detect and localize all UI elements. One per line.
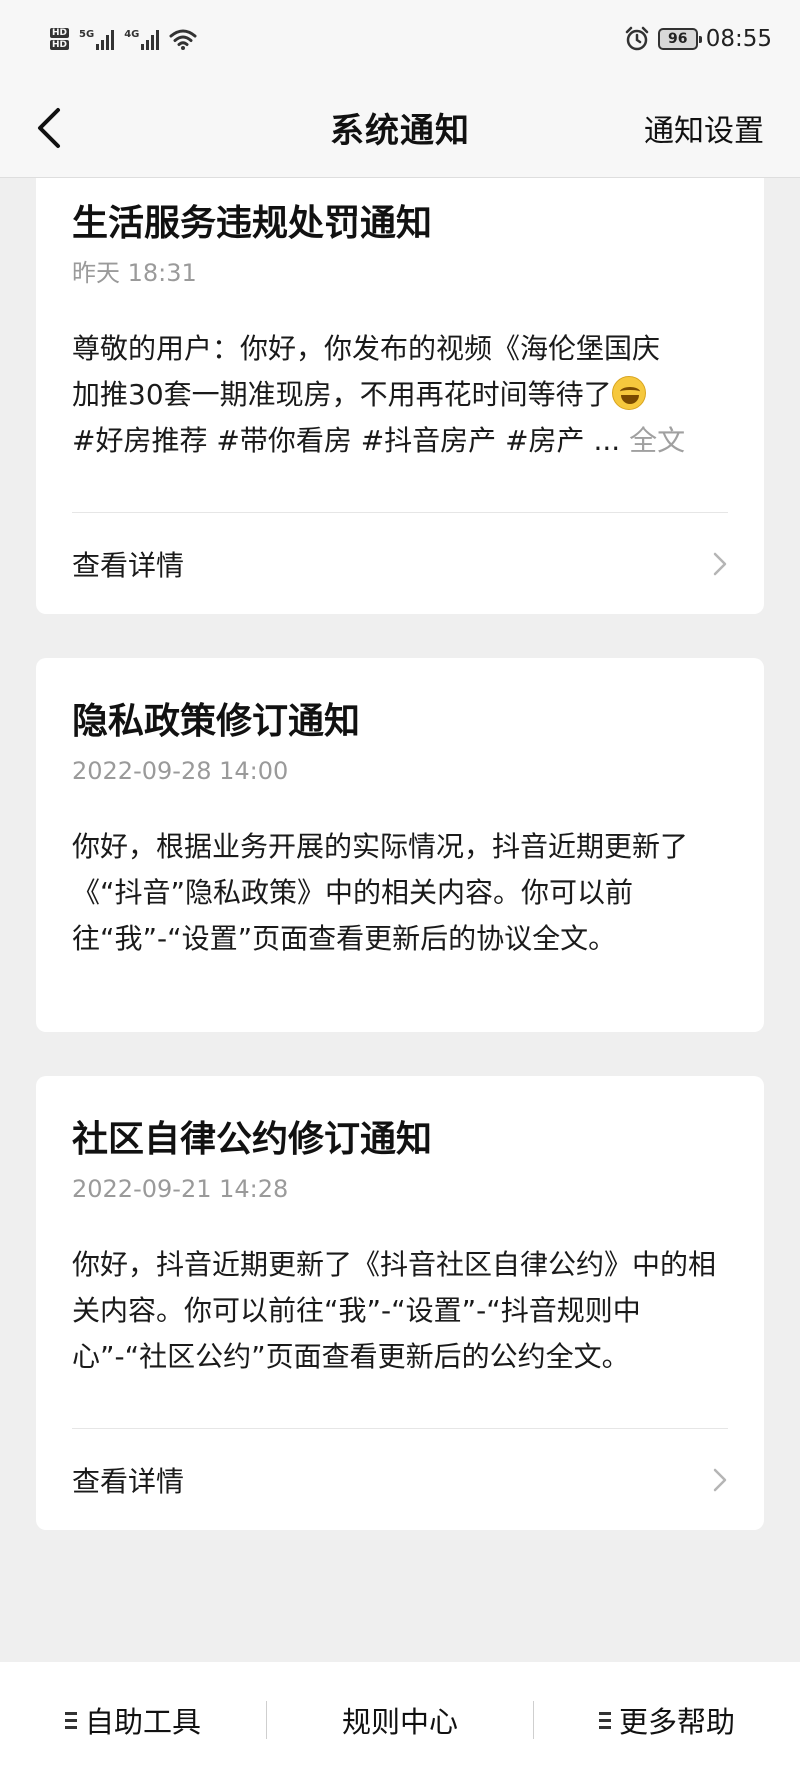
read-full-text-link[interactable]: 全文 (629, 424, 685, 457)
network-4g-label: 4G (124, 28, 140, 40)
status-time: 08:55 (705, 26, 772, 52)
card-body: 你好，根据业务开展的实际情况，抖音近期更新了《“抖音”隐私政策》中的相关内容。你… (72, 830, 689, 955)
status-bar: HD HD 5G 4G 96 08:55 (0, 0, 800, 78)
card-body-line-2: 加推30套一期准现房，不用再花时间等待了 (72, 378, 612, 411)
battery-icon: 96 (657, 28, 702, 50)
back-button[interactable] (34, 100, 84, 156)
grinning-emoji-icon (611, 376, 646, 410)
card-body: 尊敬的用户：你好，你发布的视频《海伦堡国庆 加推30套一期准现房，不用再花时间等… (72, 326, 728, 464)
signal-icon: 5G (79, 28, 115, 50)
chevron-right-icon (713, 552, 727, 575)
chevron-left-icon (38, 108, 60, 148)
notification-list: 生活服务违规处罚通知 昨天 18:31 尊敬的用户：你好，你发布的视频《海伦堡国… (36, 178, 764, 1574)
card-time: 2022-09-21 14:28 (72, 1175, 289, 1203)
network-5g-label: 5G (79, 28, 95, 40)
rules-center-button[interactable]: 规则中心 (267, 1699, 533, 1741)
hd-top-badge: HD (50, 28, 70, 38)
status-left: HD HD 5G 4G (50, 28, 197, 50)
more-help-button[interactable]: 更多帮助 (534, 1699, 800, 1741)
card-title: 隐私政策修订通知 (72, 701, 361, 742)
wifi-icon (169, 29, 197, 50)
status-right: 96 08:55 (624, 26, 772, 52)
view-details-label: 查看详情 (72, 1464, 185, 1498)
signal-icon-2: 4G (124, 28, 160, 50)
view-details-label: 查看详情 (72, 548, 185, 582)
menu-icon (598, 1711, 611, 1729)
self-service-tools-button[interactable]: 自助工具 (0, 1699, 266, 1741)
notification-card-penalty[interactable]: 生活服务违规处罚通知 昨天 18:31 尊敬的用户：你好，你发布的视频《海伦堡国… (36, 178, 764, 614)
chevron-right-icon (713, 1468, 727, 1491)
alarm-icon (625, 26, 648, 51)
signal-bars-1 (96, 29, 115, 50)
bottom-bar: 自助工具 规则中心 更多帮助 (0, 1662, 800, 1778)
notification-settings-button[interactable]: 通知设置 (644, 106, 764, 150)
nav-bar: 系统通知 通知设置 (0, 78, 800, 178)
card-body: 你好，抖音近期更新了《抖音社区自律公约》中的相关内容。你可以前往“我”-“设置”… (72, 1248, 717, 1373)
self-service-tools-label: 自助工具 (84, 1705, 201, 1739)
view-details-row[interactable]: 查看详情 (72, 1428, 728, 1530)
hd-bottom-badge: HD (50, 40, 70, 50)
more-help-label: 更多帮助 (618, 1705, 735, 1739)
card-time: 2022-09-28 14:00 (72, 757, 289, 785)
card-title: 生活服务违规处罚通知 (72, 203, 433, 244)
card-time: 昨天 18:31 (72, 259, 197, 287)
rules-center-label: 规则中心 (341, 1705, 458, 1739)
signal-bars-2 (141, 29, 160, 50)
card-body-line-3: #好房推荐 #带你看房 #抖音房产 #房产 ... (72, 424, 621, 457)
hd-indicator: HD HD (50, 28, 70, 50)
page-title: 系统通知 (330, 111, 470, 151)
menu-icon (64, 1711, 77, 1729)
card-title: 社区自律公约修订通知 (72, 1119, 433, 1160)
view-details-row[interactable]: 查看详情 (72, 512, 728, 614)
notification-card-community[interactable]: 社区自律公约修订通知 2022-09-21 14:28 你好，抖音近期更新了《抖… (36, 1076, 764, 1530)
card-body-line-1: 尊敬的用户：你好，你发布的视频《海伦堡国庆 (72, 332, 661, 365)
notification-card-privacy[interactable]: 隐私政策修订通知 2022-09-28 14:00 你好，根据业务开展的实际情况… (36, 658, 764, 1032)
